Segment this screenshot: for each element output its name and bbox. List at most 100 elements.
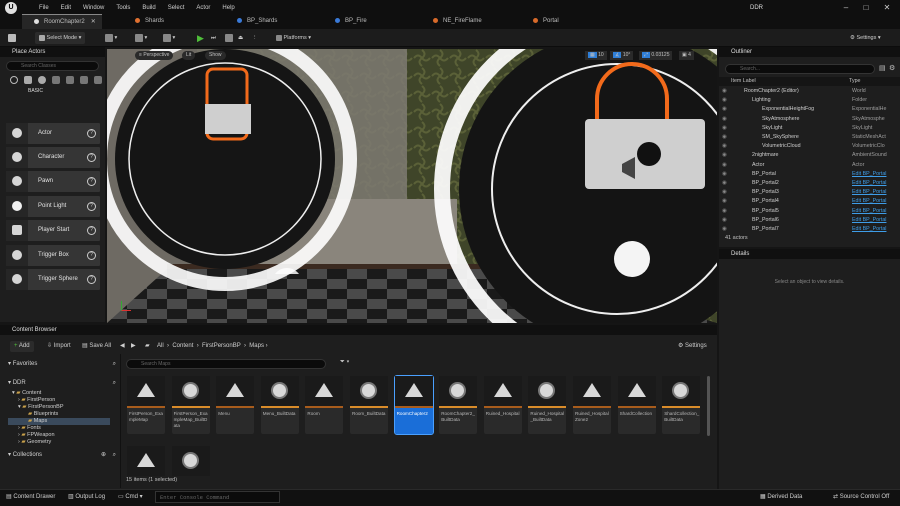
outliner-row-type[interactable]: Edit BP_Portal (852, 170, 896, 179)
outliner-row-type[interactable]: Edit BP_Portal (852, 225, 896, 234)
recent-icon[interactable] (10, 76, 18, 84)
visibility-icon[interactable]: ◉ (722, 197, 727, 206)
asset-scrollbar[interactable] (707, 376, 710, 436)
lit-button[interactable]: Lit (182, 51, 196, 60)
gear-icon[interactable]: ⚙ (889, 64, 895, 72)
outliner-row-type[interactable]: Edit BP_Portal (852, 188, 896, 197)
outliner-row[interactable]: ◉ SkyLight SkyLight (722, 124, 896, 133)
actor-item-pawn[interactable]: Pawn? (6, 171, 100, 192)
platforms-dropdown[interactable]: Platforms ▾ (276, 32, 311, 44)
visibility-icon[interactable]: ◉ (722, 207, 727, 216)
visibility-icon[interactable]: ◉ (722, 225, 727, 234)
back-icon[interactable]: ◀ (120, 341, 125, 352)
outliner-row[interactable]: ◉ SkyAtmosphere SkyAtmosphe (722, 115, 896, 124)
help-icon[interactable]: ? (87, 251, 96, 260)
outliner-row-type[interactable]: Edit BP_Portal (852, 207, 896, 216)
save-all-button[interactable]: ▤ Save All (82, 341, 111, 352)
menu-actor[interactable]: Actor (190, 1, 216, 15)
menu-build[interactable]: Build (136, 1, 161, 15)
outliner-row[interactable]: ◉ Actor Actor (722, 161, 896, 170)
search-maps-input[interactable]: Search Maps (126, 359, 326, 369)
outliner-row[interactable]: ◉ ExponentialHeightFog ExponentialHe (722, 105, 896, 114)
output-log-button[interactable]: ▥ Output Log (68, 489, 105, 506)
help-icon[interactable]: ? (87, 226, 96, 235)
root-header[interactable]: ▾ DDR ⌕ (8, 378, 118, 389)
tab-bp-shards[interactable]: BP_Shards (237, 14, 277, 29)
eject-icon[interactable]: ⏏ (238, 32, 243, 44)
tree-item-blueprints[interactable]: ▰ Blueprints (8, 411, 110, 418)
visibility-icon[interactable]: ◉ (722, 151, 727, 160)
outliner-row[interactable]: ◉ VolumetricCloud VolumetricClo (722, 142, 896, 151)
import-button[interactable]: ⇩ Import (47, 341, 71, 352)
asset-tile[interactable]: Ruined_HospitalZone2 (573, 376, 611, 434)
help-icon[interactable]: ? (87, 129, 96, 138)
console-command-input[interactable]: Enter Console Command (155, 491, 280, 503)
asset-tile[interactable]: Ruined_Hospital (483, 376, 522, 434)
visibility-icon[interactable]: ◉ (722, 179, 727, 188)
visibility-icon[interactable]: ◉ (722, 188, 727, 197)
cmd-dropdown[interactable]: ▭ Cmd ▾ (118, 489, 143, 506)
tab-ne-fireflame[interactable]: NE_FireFlame (433, 14, 482, 29)
perspective-button[interactable]: ≡ Perspective (135, 51, 174, 60)
outliner-row-type[interactable]: Edit BP_Portal (852, 179, 896, 188)
outliner-row-type[interactable]: Edit BP_Portal (852, 197, 896, 206)
actor-item-player-start[interactable]: Player Start? (6, 220, 100, 241)
search-icon[interactable]: ⌕ (113, 378, 116, 389)
tree-item-fonts[interactable]: › ▰ Fonts (8, 425, 110, 432)
menu-window[interactable]: Window (77, 1, 110, 15)
lights-icon[interactable] (38, 76, 46, 84)
maximize-icon[interactable]: □ (858, 2, 874, 14)
stop-icon[interactable] (225, 32, 233, 44)
play-icon[interactable]: ▶ (197, 32, 204, 44)
help-icon[interactable]: ? (87, 177, 96, 186)
search-icon[interactable]: ⌕ (113, 450, 116, 461)
outliner-row[interactable]: ◉ BP_Portal7 Edit BP_Portal (722, 225, 896, 234)
level-viewport[interactable]: ≡ Perspective Lit Show ▦ 10 ∡ 10° ⤢ 0.03… (107, 49, 717, 323)
derived-data-button[interactable]: ▦ Derived Data (760, 489, 802, 506)
tree-item-firstperson[interactable]: › ▰ FirstPerson (8, 397, 110, 404)
visibility-icon[interactable]: ◉ (722, 216, 727, 225)
asset-tile[interactable]: Menu (216, 376, 255, 434)
cinematic-icon[interactable] (52, 76, 60, 84)
tab-bp-fire[interactable]: BP_Fire (335, 14, 367, 29)
menu-file[interactable]: File (33, 1, 55, 15)
volumes-icon[interactable] (94, 76, 102, 84)
outliner-row[interactable]: ◉ RoomChapter2 (Editor) World (722, 87, 896, 96)
collections-header[interactable]: ▾ Collections ⊕ ⌕ (8, 450, 118, 461)
visibility-icon[interactable]: ◉ (722, 96, 727, 105)
actor-item-point-light[interactable]: Point Light? (6, 196, 100, 217)
tree-item-geometry[interactable]: › ▰ Geometry (8, 439, 110, 446)
content-icon[interactable]: ▾ (105, 32, 117, 44)
visibility-icon[interactable]: ◉ (722, 161, 727, 170)
content-drawer-button[interactable]: ▤ Content Drawer (6, 489, 55, 506)
actor-item-trigger-sphere[interactable]: Trigger Sphere? (6, 269, 100, 290)
visibility-icon[interactable]: ◉ (722, 115, 727, 124)
asset-tile[interactable]: Ruined_Hospital_BuiltData (528, 376, 567, 434)
visibility-icon[interactable]: ◉ (722, 142, 727, 151)
asset-tile[interactable] (171, 446, 210, 476)
tab-portal[interactable]: Portal (533, 14, 559, 29)
blueprint-icon[interactable]: ▾ (135, 32, 147, 44)
play-options-icon[interactable]: ⋮ (252, 32, 258, 44)
menu-tools[interactable]: Tools (110, 1, 136, 15)
visibility-icon[interactable]: ◉ (722, 170, 727, 179)
favorites-header[interactable]: ▾ Favorites ⌕ (8, 359, 118, 370)
asset-tile[interactable]: Menu_BuiltData (260, 376, 299, 434)
outliner-row[interactable]: ◉ 2nightmare AmbientSound (722, 151, 896, 160)
scale-snap-value[interactable]: ⤢ 0.03125 (639, 51, 673, 60)
outliner-row-type[interactable]: Edit BP_Portal (852, 216, 896, 225)
outliner-row[interactable]: ◉ BP_Portal4 Edit BP_Portal (722, 197, 896, 206)
help-icon[interactable]: ? (87, 153, 96, 162)
tab-shards[interactable]: Shards (135, 14, 164, 29)
tree-item-content[interactable]: ▾ ▰ Content (8, 390, 110, 397)
add-button[interactable]: + Add (10, 341, 34, 352)
visibility-icon[interactable]: ◉ (722, 105, 727, 114)
help-icon[interactable]: ? (87, 202, 96, 211)
asset-tile[interactable]: FirstPerson_ExampleMap (127, 376, 165, 434)
actor-item-trigger-box[interactable]: Trigger Box? (6, 245, 100, 266)
outliner-search-input[interactable]: Search... (725, 64, 875, 74)
basic-icon[interactable] (24, 76, 32, 84)
outliner-row[interactable]: ◉ BP_Portal Edit BP_Portal (722, 170, 896, 179)
asset-tile[interactable] (127, 446, 165, 476)
actor-item-actor[interactable]: Actor? (6, 123, 100, 144)
